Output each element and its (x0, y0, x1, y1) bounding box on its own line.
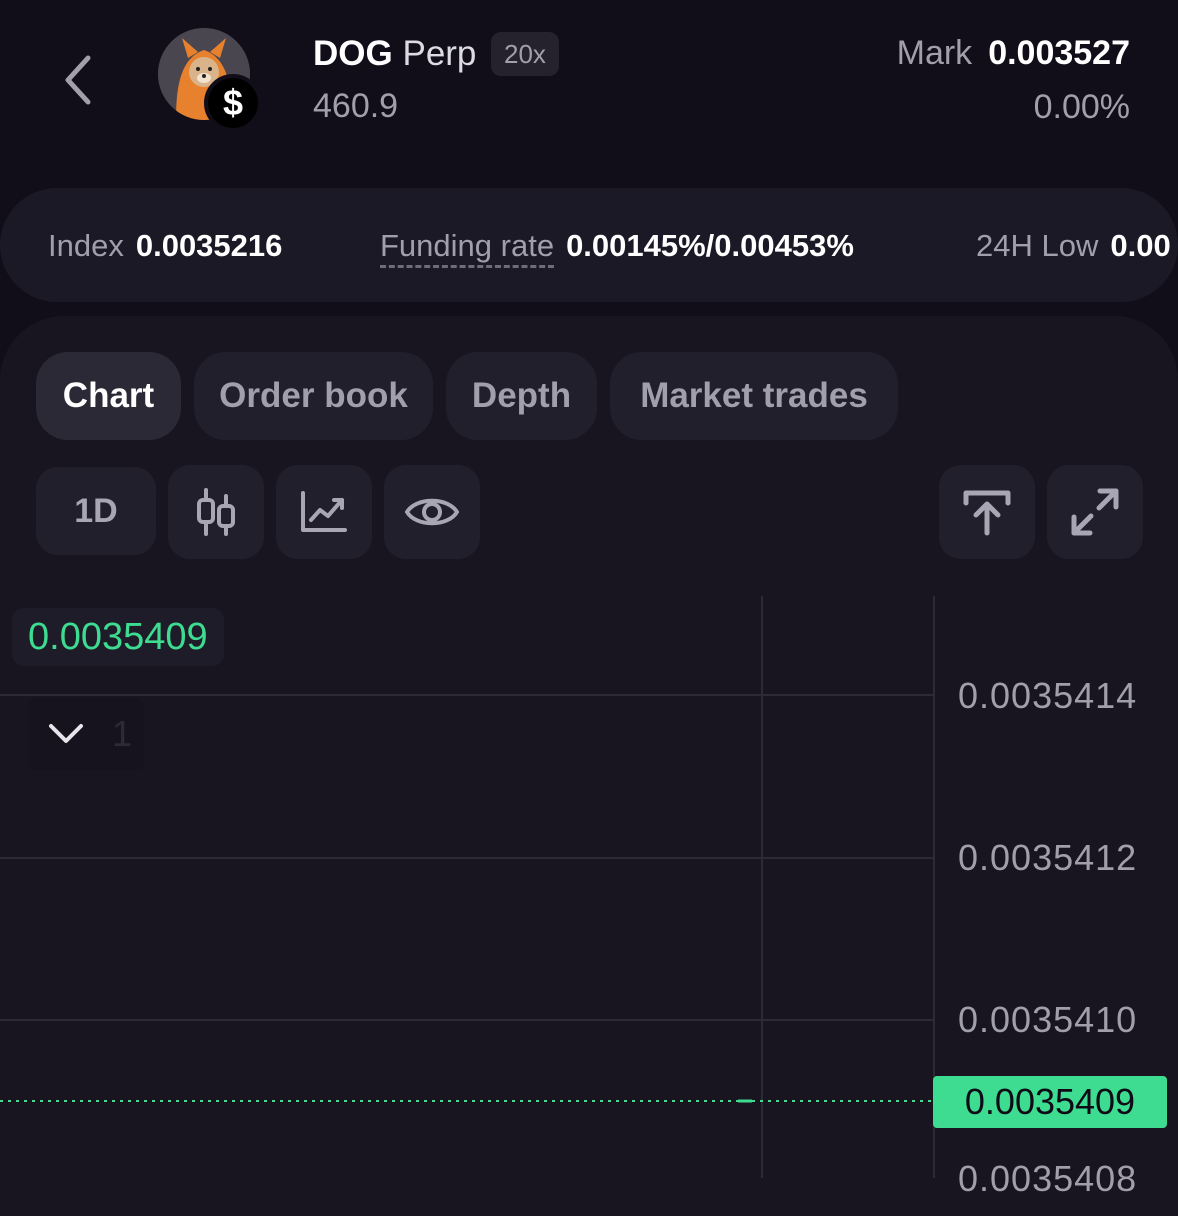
stat-label: Index (48, 228, 124, 263)
market-type: Perp (402, 34, 477, 73)
market-title: DOG Perp (313, 34, 476, 74)
candlestick-button[interactable] (168, 465, 264, 559)
chevron-down-icon (49, 724, 83, 743)
stat-funding-rate[interactable]: Funding rate 0.00145%/0.00453% (380, 228, 854, 268)
line-chart-icon (301, 491, 347, 532)
tab-order-book[interactable]: Order book (194, 352, 433, 440)
market-stats-bar[interactable]: Index 0.0035216 Funding rate 0.00145%/0.00… (0, 188, 1178, 302)
fullscreen-button[interactable] (1047, 465, 1143, 559)
share-button[interactable] (939, 465, 1035, 559)
stat-label[interactable]: Funding rate (380, 228, 555, 268)
current-price-label: 0.0035409 (12, 608, 224, 666)
tab-depth[interactable]: Depth (446, 352, 597, 440)
tab-chart[interactable]: Chart (36, 352, 181, 440)
mark-price: Mark 0.003527 (897, 34, 1130, 73)
y-axis-tick: 0.0035410 (958, 999, 1138, 1040)
y-axis-tick: 0.0035412 (958, 837, 1138, 878)
market-subvalue: 460.9 (313, 87, 399, 125)
tab-market-trades[interactable]: Market trades (610, 352, 898, 440)
stat-index: Index 0.0035216 (48, 228, 282, 264)
y-axis-tick: 0.0035408 (958, 1158, 1138, 1199)
back-button[interactable] (58, 52, 98, 108)
eye-icon (404, 498, 460, 526)
market-symbol: DOG (313, 34, 393, 73)
token-avatar: $ (158, 28, 266, 136)
visibility-button[interactable] (384, 465, 480, 559)
last-price-tag: 0.0035409 (933, 1076, 1167, 1128)
line-chart-button[interactable] (276, 465, 372, 559)
chevron-left-icon (65, 55, 91, 105)
upload-icon (963, 490, 1011, 536)
stat-value: 0.00 (1110, 228, 1171, 263)
stat-value: 0.00145%/0.00453% (566, 228, 854, 263)
mark-value: 0.003527 (988, 34, 1130, 72)
y-axis-tick: 0.0035414 (958, 675, 1138, 716)
mark-label: Mark (896, 34, 973, 72)
price-change: 0.00% (1033, 88, 1130, 126)
expand-icon (1071, 488, 1119, 536)
stat-value: 0.0035216 (135, 228, 283, 263)
stat-24h-low: 24H Low 0.00 (976, 228, 1171, 264)
indicator-count: 1 (112, 713, 133, 754)
indicator-toggle[interactable]: 1 (28, 698, 144, 770)
dollar-badge-icon: $ (204, 74, 262, 132)
timeframe-button[interactable]: 1D (36, 467, 156, 555)
stat-label: 24H Low (976, 228, 1099, 263)
candlestick-icon (197, 488, 235, 536)
leverage-badge: 20x (491, 32, 559, 76)
